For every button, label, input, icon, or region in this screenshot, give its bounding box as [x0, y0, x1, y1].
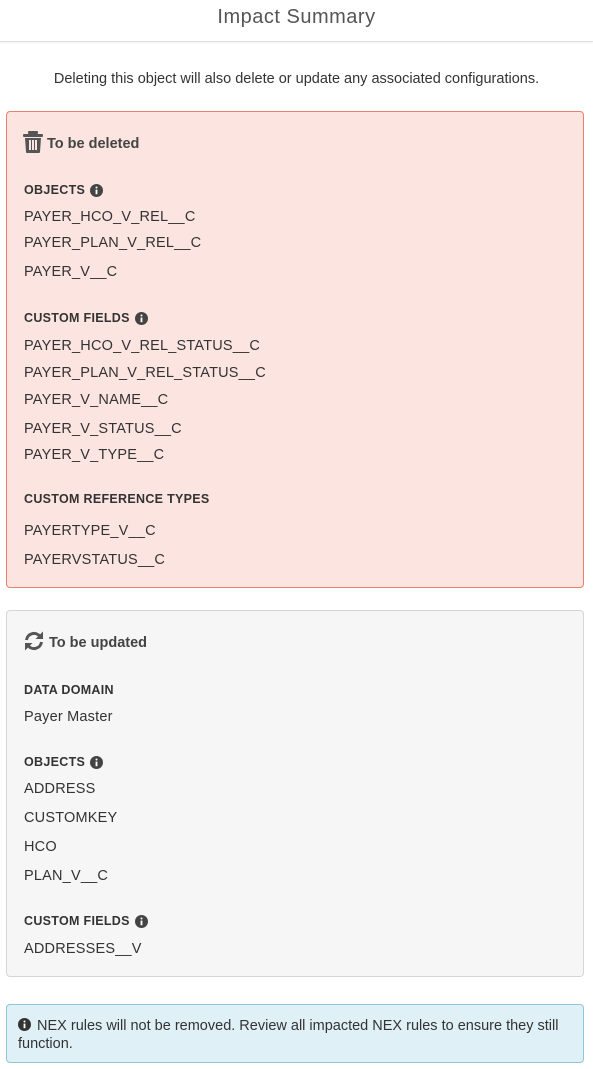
- deleted-custom-fields-label: CUSTOM FIELDS: [24, 311, 148, 325]
- deleted-object-item: PAYER_HCO_V_REL__C: [24, 209, 196, 225]
- deleted-reference-types-label: CUSTOM REFERENCE TYPES: [24, 492, 210, 506]
- updated-custom-field-item: ADDRESSES__V: [24, 941, 142, 957]
- to-be-deleted-heading: To be deleted: [23, 131, 139, 157]
- info-icon[interactable]: [134, 311, 148, 325]
- deleted-custom-field-item: PAYER_PLAN_V_REL_STATUS__C: [24, 365, 266, 381]
- updated-custom-fields-label: CUSTOM FIELDS: [24, 914, 148, 928]
- updated-object-item: HCO: [24, 839, 57, 855]
- alert-text: NEX rules will not be removed. Review al…: [18, 1018, 559, 1052]
- deleted-custom-field-item: PAYER_V_TYPE__C: [24, 447, 165, 463]
- updated-objects-label: OBJECTS: [24, 755, 104, 769]
- to-be-deleted-panel: To be deleted OBJECTS PAYER_HCO_V_REL__C…: [6, 111, 584, 588]
- alert-message: NEX rules will not be removed. Review al…: [18, 1017, 573, 1053]
- deleted-reference-type-item: PAYERTYPE_V__C: [24, 523, 156, 539]
- updated-object-item: CUSTOMKEY: [24, 810, 118, 826]
- info-icon[interactable]: [134, 914, 148, 928]
- deleted-custom-field-item: PAYER_HCO_V_REL_STATUS__C: [24, 338, 261, 354]
- modal-header: Impact Summary: [0, 0, 593, 42]
- deleted-custom-field-item: PAYER_V_NAME__C: [24, 392, 169, 408]
- to-be-updated-panel: To be updated DATA DOMAIN Payer Master O…: [6, 610, 584, 977]
- deleted-reference-type-item: PAYERVSTATUS__C: [24, 552, 166, 568]
- info-icon[interactable]: [90, 183, 104, 197]
- trash-icon: [23, 131, 43, 157]
- data-domain-label: DATA DOMAIN: [24, 683, 114, 697]
- deleted-object-item: PAYER_V__C: [24, 264, 118, 280]
- info-circle-icon: [18, 1018, 31, 1031]
- deleted-objects-label: OBJECTS: [24, 183, 104, 197]
- to-be-updated-heading: To be updated: [23, 630, 147, 656]
- intro-text: Deleting this object will also delete or…: [53, 71, 540, 87]
- deleted-custom-field-item: PAYER_V_STATUS__C: [24, 421, 182, 437]
- to-be-deleted-title: To be deleted: [47, 136, 140, 152]
- data-domain-value: Payer Master: [24, 709, 113, 725]
- refresh-icon: [23, 630, 45, 656]
- updated-object-item: PLAN_V__C: [24, 868, 109, 884]
- nex-rules-alert: NEX rules will not be removed. Review al…: [6, 1004, 584, 1063]
- info-icon[interactable]: [90, 755, 104, 769]
- modal-title: Impact Summary: [217, 6, 376, 28]
- updated-object-item: ADDRESS: [24, 781, 96, 797]
- deleted-object-item: PAYER_PLAN_V_REL__C: [24, 235, 202, 251]
- to-be-updated-title: To be updated: [49, 635, 148, 651]
